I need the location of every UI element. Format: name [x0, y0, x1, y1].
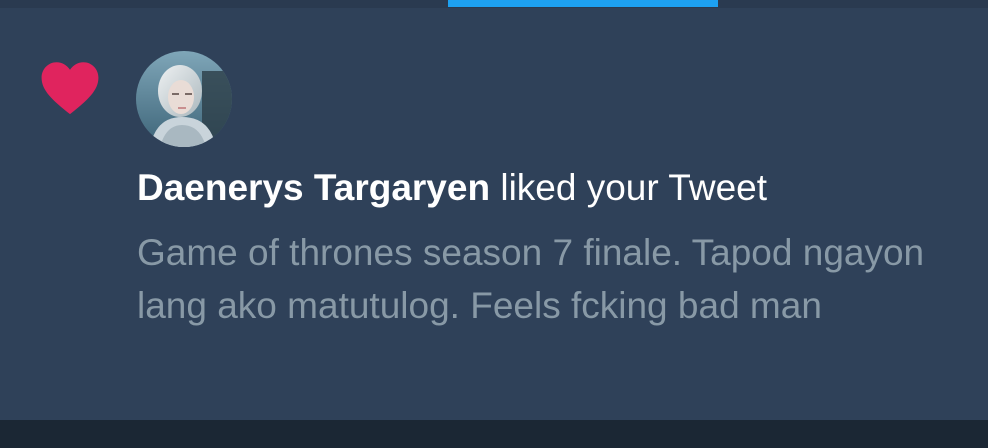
active-tab-indicator: [448, 0, 718, 7]
like-notification[interactable]: Daenerys Targaryen liked your Tweet Game…: [0, 8, 988, 420]
tweet-text[interactable]: Game of thrones season 7 finale. Tapod n…: [137, 226, 957, 332]
bottom-bar: [0, 420, 988, 448]
user-avatar[interactable]: [136, 51, 232, 147]
heart-icon: [41, 62, 99, 115]
notification-headline: Daenerys Targaryen liked your Tweet: [137, 163, 977, 213]
action-text: liked your Tweet: [500, 167, 768, 208]
user-name[interactable]: Daenerys Targaryen: [137, 167, 490, 208]
notifications-screen: Daenerys Targaryen liked your Tweet Game…: [0, 0, 988, 448]
